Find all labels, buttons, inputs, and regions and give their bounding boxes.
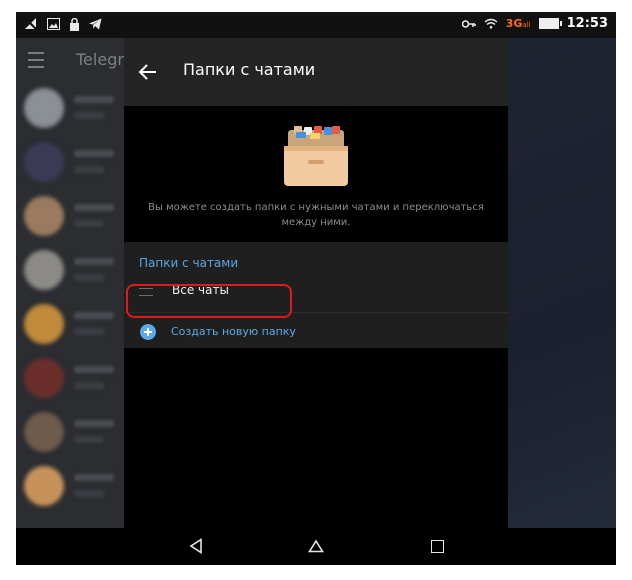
avatar xyxy=(24,358,64,398)
nav-recent-apps-icon[interactable] xyxy=(431,540,444,553)
create-folder-label: Создать новую папку xyxy=(171,325,296,338)
toolbar: Папки с чатами xyxy=(124,38,508,106)
blurred-text xyxy=(74,420,114,427)
nav-home-icon[interactable] xyxy=(308,539,324,553)
avatar xyxy=(24,250,64,290)
blurred-text xyxy=(74,220,104,227)
avatar xyxy=(24,196,64,236)
section-header: Папки с чатами xyxy=(139,256,239,270)
plus-circle-icon xyxy=(140,324,156,340)
clock: 12:53 xyxy=(566,16,608,31)
page-title: Папки с чатами xyxy=(183,60,316,79)
blurred-text xyxy=(74,112,104,119)
blurred-text xyxy=(74,366,114,373)
blurred-text xyxy=(74,474,114,481)
blurred-text xyxy=(74,382,104,389)
lock-icon xyxy=(70,17,79,31)
status-bar: 3Gall 12:53 xyxy=(16,12,616,38)
blurred-text xyxy=(74,328,104,335)
background-chat-row xyxy=(16,350,124,404)
avatar xyxy=(24,88,64,128)
status-left xyxy=(24,17,102,31)
nav-back-icon[interactable] xyxy=(189,538,203,554)
hero-section: Вы можете создать папки с нужными чатами… xyxy=(124,106,508,242)
background-chat-row xyxy=(16,404,124,458)
image-icon xyxy=(47,18,60,30)
network-type: 3Gall xyxy=(505,17,531,30)
blurred-text xyxy=(74,150,114,157)
background-rows xyxy=(16,80,124,512)
hero-description: Вы можете создать папки с нужными чатами… xyxy=(148,202,484,228)
arrow-left-icon[interactable] xyxy=(136,60,160,84)
background-wallpaper xyxy=(508,38,616,528)
create-folder-button[interactable]: Создать новую папку xyxy=(124,316,508,348)
avatar xyxy=(24,304,64,344)
background-chat-row xyxy=(16,134,124,188)
wifi-icon xyxy=(484,18,498,29)
red-highlight-frame xyxy=(126,284,292,318)
file-cabinet-icon xyxy=(284,126,348,186)
blurred-text xyxy=(74,96,114,103)
device-screen: 3Gall 12:53 Telegra Папки с чатами Вы мо… xyxy=(16,12,616,565)
blurred-text xyxy=(74,436,104,443)
blurred-text xyxy=(74,490,104,497)
status-right: 3Gall 12:53 xyxy=(461,16,608,31)
background-chat-row xyxy=(16,80,124,134)
blurred-text xyxy=(74,166,104,173)
folders-panel: Папки с чатами Вы можете создать папки с… xyxy=(124,38,508,528)
key-icon xyxy=(461,19,476,28)
background-chat-row xyxy=(16,242,124,296)
background-header: Telegra xyxy=(16,38,134,80)
avatar xyxy=(24,412,64,452)
signal-off-icon xyxy=(24,17,38,31)
background-chat-row xyxy=(16,296,124,350)
telegram-icon xyxy=(89,18,102,30)
blurred-text xyxy=(74,204,114,211)
background-chat-row xyxy=(16,458,124,512)
battery-icon xyxy=(538,18,562,29)
blurred-text xyxy=(74,312,114,319)
blurred-text xyxy=(74,274,104,281)
avatar xyxy=(24,142,64,182)
avatar xyxy=(24,466,64,506)
background-chat-list: Telegra xyxy=(16,38,134,528)
navigation-bar xyxy=(16,528,616,565)
blurred-text xyxy=(74,258,114,265)
background-chat-row xyxy=(16,188,124,242)
menu-icon xyxy=(28,52,44,68)
